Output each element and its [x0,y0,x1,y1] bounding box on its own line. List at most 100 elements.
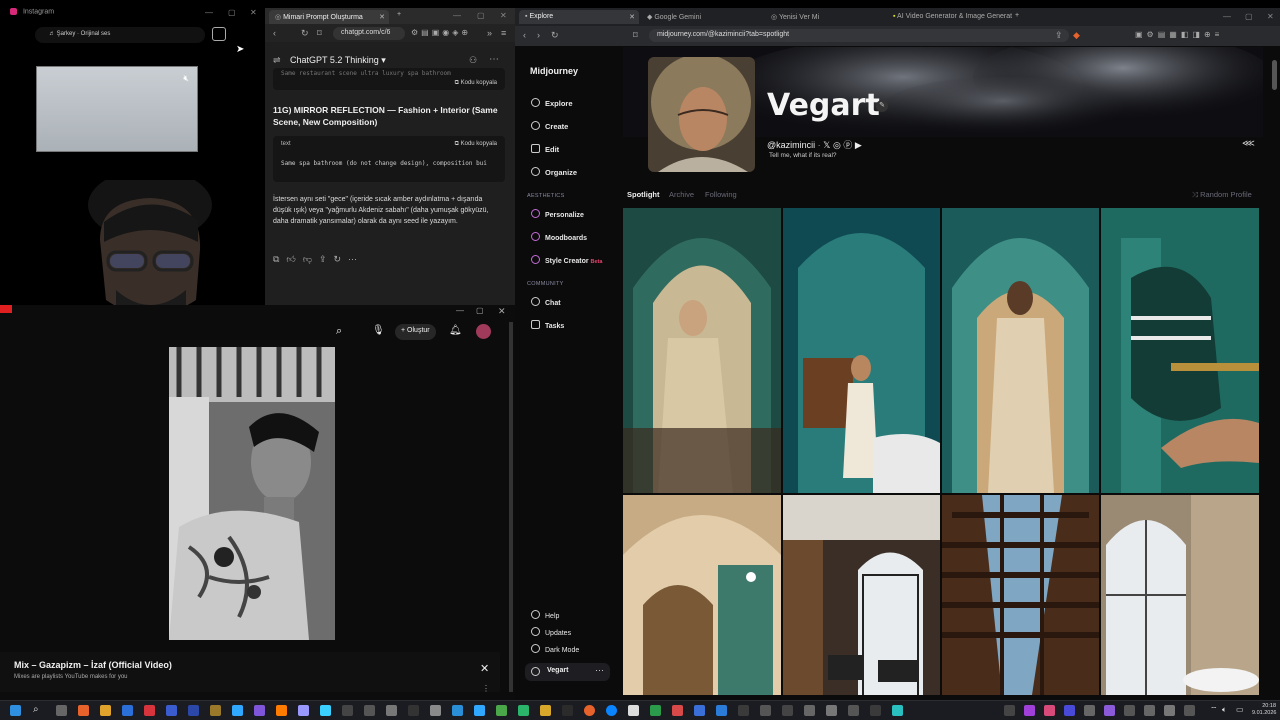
profile-avatar[interactable] [648,57,755,172]
gallery-image[interactable] [942,495,1099,695]
menu-icon[interactable]: ≡ [501,28,506,38]
tray-icon[interactable] [1084,705,1095,716]
app-icon[interactable] [474,705,485,716]
instagram-icon[interactable]: ◎ [833,140,841,150]
speaker-muted-icon[interactable]: 🔇︎ [183,73,189,84]
copy-code-button[interactable]: ⧉ Kodu kopyala [455,141,497,148]
edge-icon[interactable] [606,705,617,716]
clock[interactable]: 20:18 9.01.2026 [1252,703,1276,717]
app-icon[interactable] [760,705,771,716]
tray-icon[interactable] [1004,705,1015,716]
brave-shield-icon[interactable]: ◆ [1073,30,1080,41]
notification-bell-icon[interactable]: 🔔︎ [449,325,462,336]
back-icon[interactable]: ‹ [523,30,526,40]
tab-yenisi[interactable]: ◎ Yenisi Ver Mi [771,13,819,21]
chatgpt-url-field[interactable]: chatgpt.com/c/6 [333,27,405,40]
bookmark-icon[interactable]: ⌑ [317,28,322,39]
close-tab-icon[interactable]: ✕ [629,13,635,21]
message-actions[interactable]: ⧉👍︎👎︎⇪↻⋯ [273,254,364,265]
app-icon[interactable] [782,705,793,716]
back-icon[interactable]: ‹ [273,28,276,38]
new-tab-icon[interactable]: + [397,11,401,18]
folder-icon[interactable] [100,705,111,716]
random-profile-button[interactable]: ⤨ Random Profile [1192,190,1252,200]
microphone-icon[interactable]: 🎙︎ [372,325,385,336]
sidebar-item-explore[interactable]: Explore [531,98,573,108]
search-icon[interactable]: ⌕ [33,704,39,715]
instagram-tab[interactable]: Instagram — ▢ ✕ [0,8,265,22]
extension-icons[interactable]: ▣⚙▤▦◧◨⊕≡ [1135,30,1223,39]
tray-icon[interactable] [1024,705,1035,716]
chatgpt-tab[interactable]: ◎ Mimari Prompt Oluşturma ✕ [269,10,389,24]
tray-icon[interactable] [1104,705,1115,716]
tab-spotlight[interactable]: Spotlight [627,190,660,199]
more-icon[interactable]: ⋯ [595,665,604,676]
app-icon[interactable] [452,705,463,716]
brave-icon[interactable] [78,705,89,716]
midjourney-logo[interactable]: Midjourney [530,66,578,76]
app-icon[interactable] [804,705,815,716]
search-icon[interactable]: ⌕ [336,325,342,338]
sidebar-item-updates[interactable]: Updates [531,627,571,637]
close-icon[interactable]: ✕ [250,8,257,17]
tray-icon[interactable] [1144,705,1155,716]
task-view-icon[interactable] [56,705,67,716]
reel-audio-thumbnail[interactable] [212,27,226,41]
photoshop-icon[interactable] [232,705,243,716]
new-tab-icon[interactable]: + [1015,12,1019,19]
app-icon[interactable] [364,705,375,716]
vscode-icon[interactable] [716,705,727,716]
pinterest-icon[interactable]: ⓟ [843,140,852,150]
app-icon[interactable] [650,705,661,716]
close-icon[interactable]: ✕ [500,11,507,20]
word-icon[interactable] [188,705,199,716]
minimize-icon[interactable]: — [205,8,213,17]
volume-icon[interactable]: 🔈︎ [1222,705,1227,715]
gallery-image[interactable] [1101,495,1259,695]
gallery-image[interactable] [783,495,940,695]
audio-label[interactable]: ♬ Şarkey · Orijinal ses [35,27,205,43]
sidebar-toggle-icon[interactable]: ⇌ [273,55,281,66]
app-icon[interactable] [826,705,837,716]
profile-icon[interactable]: ⚇ [469,55,477,66]
tray-icon[interactable] [1164,705,1175,716]
sidebar-item-organize[interactable]: Organize [531,167,577,177]
reload-icon[interactable]: ↻ [551,30,559,41]
gallery-image[interactable] [783,208,940,493]
share-icon[interactable]: ⇪ [1055,30,1063,41]
app-icon[interactable] [694,705,705,716]
bookmark-icon[interactable]: ⌑ [633,30,638,41]
app-icon[interactable] [518,705,529,716]
more-icon[interactable]: ⋮ [482,684,490,693]
wifi-icon[interactable]: ⌔ [1210,705,1218,715]
profile-button[interactable]: Vegart ⋯ [525,663,610,681]
x-icon[interactable]: 𝕏 [823,140,830,150]
notepad-icon[interactable] [628,705,639,716]
minimize-icon[interactable]: — [1223,12,1231,21]
edit-profile-icon[interactable]: ✎ [876,100,888,112]
create-button[interactable]: + Oluştur [395,324,436,340]
app-icon[interactable] [496,705,507,716]
app-icon[interactable] [144,705,155,716]
app-icon[interactable] [892,705,903,716]
more-icon[interactable]: ⋯ [489,54,499,65]
app-icon[interactable] [738,705,749,716]
illustrator-icon[interactable] [276,705,287,716]
tray-icon[interactable] [1184,705,1195,716]
gallery-image[interactable] [942,208,1099,493]
reel-preview[interactable]: 🔇︎ [36,66,198,152]
unreal-icon[interactable] [386,705,397,716]
extension-icons[interactable]: ⚙▤▣◉◈⊕ [411,28,471,37]
video-title[interactable]: Mix – Gazapizm – İzaf (Official Video) [14,660,172,670]
browser-url-field[interactable]: midjourney.com/@kazimincii?tab=spotlight [649,29,1069,42]
gallery-image[interactable] [1101,208,1259,493]
scrollbar[interactable] [509,322,513,692]
gallery-image[interactable] [623,495,781,695]
sidebar-item-edit[interactable]: Edit [531,144,559,154]
app-icon[interactable] [562,705,573,716]
model-selector[interactable]: ChatGPT 5.2 Thinking ▾ [290,55,386,66]
close-icon[interactable]: ✕ [1267,12,1274,21]
after-effects-icon[interactable] [298,705,309,716]
app-icon[interactable] [672,705,683,716]
close-miniplayer-button[interactable]: ✕ [480,662,489,675]
